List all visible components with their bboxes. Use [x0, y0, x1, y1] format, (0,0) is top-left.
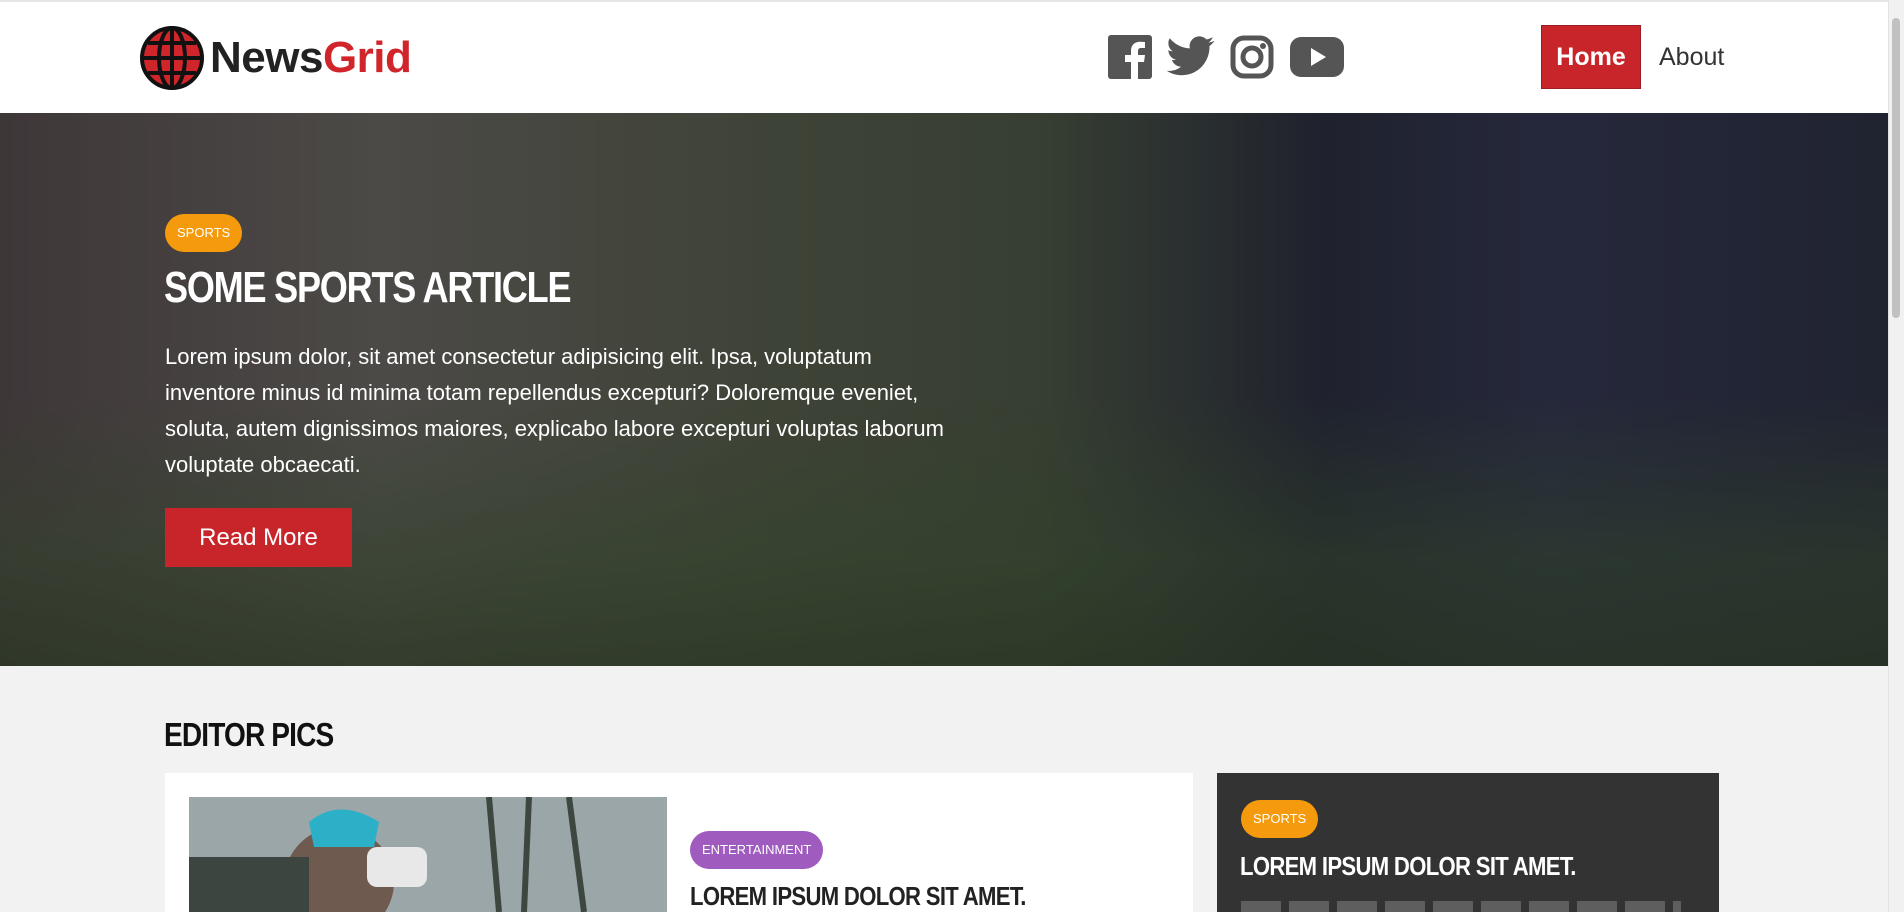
logo[interactable]: NewsGrid — [140, 26, 412, 90]
page-scrollbar[interactable] — [1888, 0, 1904, 912]
hero-category-badge[interactable]: SPORTS — [165, 214, 243, 252]
hero-title: SOME SPORTS ARTICLE — [164, 263, 572, 312]
hero-banner: SPORTS SOME SPORTS ARTICLE Lorem ipsum d… — [0, 113, 1889, 666]
nav-about[interactable]: About — [1659, 25, 1724, 89]
entertainment-badge[interactable]: ENTERTAINMENT — [690, 831, 824, 869]
youtube-icon[interactable] — [1290, 37, 1344, 77]
twitter-icon[interactable] — [1167, 36, 1215, 78]
hero-text: Lorem ipsum dolor, sit amet consectetur … — [165, 344, 944, 477]
nav-home[interactable]: Home — [1541, 25, 1641, 89]
instagram-icon[interactable] — [1230, 35, 1274, 79]
logo-text-grid: Grid — [322, 33, 412, 82]
side-card-text-partial — [1241, 901, 1681, 912]
read-more-button[interactable]: Read More — [165, 508, 352, 567]
globe-icon — [140, 26, 204, 90]
sports-badge[interactable]: SPORTS — [1241, 800, 1319, 838]
editor-pics-title: EDITOR PICS — [164, 716, 334, 753]
side-card-title[interactable]: LOREM IPSUM DOLOR SIT AMET. — [1240, 851, 1576, 882]
article-image[interactable] — [189, 797, 667, 912]
card-title[interactable]: LOREM IPSUM DOLOR SIT AMET. — [690, 881, 1026, 912]
vr-headset-photo — [189, 797, 667, 912]
logo-text-news: News — [210, 33, 323, 82]
facebook-icon[interactable] — [1108, 35, 1152, 79]
scrollbar-thumb[interactable] — [1892, 18, 1900, 318]
editor-pic-card-main[interactable]: ENTERTAINMENT LOREM IPSUM DOLOR SIT AMET… — [165, 773, 1193, 912]
editor-pic-card-side[interactable]: SPORTS LOREM IPSUM DOLOR SIT AMET. — [1217, 773, 1719, 912]
site-header: NewsGrid Home About — [0, 2, 1889, 113]
logo-text: NewsGrid — [210, 33, 412, 83]
